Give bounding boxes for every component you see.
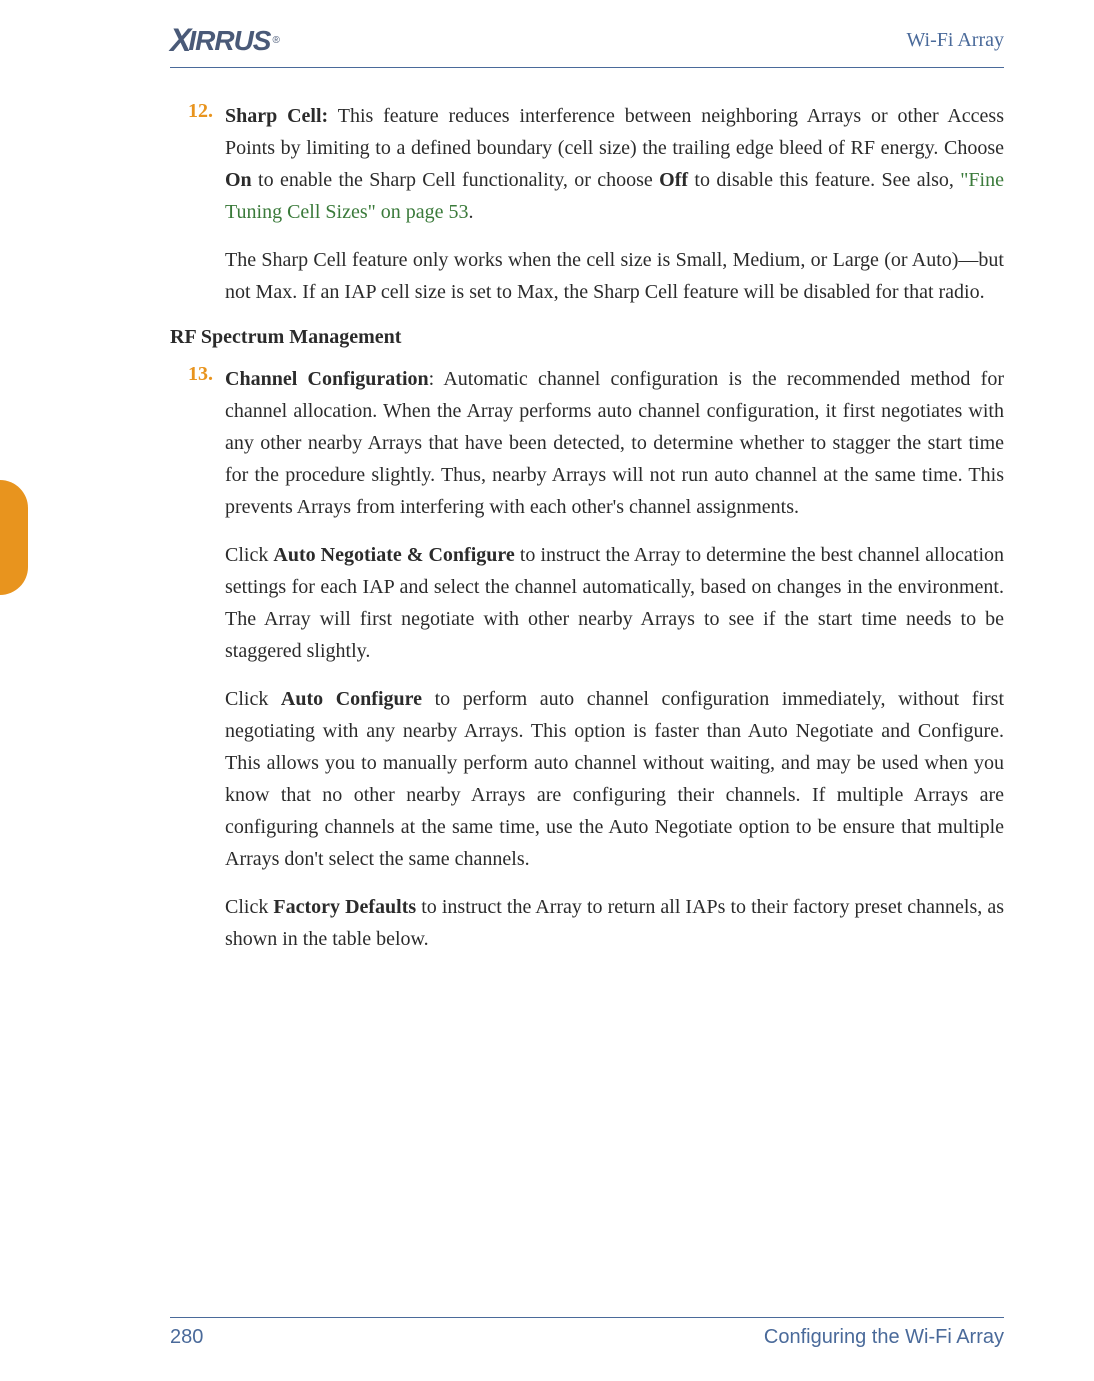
page-number: 280: [170, 1326, 203, 1349]
side-tab-decoration: [0, 480, 28, 595]
item-body: Channel Configuration: Automatic channel…: [225, 363, 1004, 955]
header-product-name: Wi-Fi Array: [906, 29, 1004, 52]
section-heading: RF Spectrum Management: [170, 326, 1004, 349]
footer-section-title: Configuring the Wi-Fi Array: [764, 1326, 1004, 1349]
item-body: Sharp Cell: This feature reduces interfe…: [225, 100, 1004, 308]
item-title: Channel Configuration: [225, 368, 429, 390]
list-item-12: 12. Sharp Cell: This feature reduces int…: [170, 100, 1004, 308]
item-title: Sharp Cell:: [225, 105, 328, 127]
page-footer: 280 Configuring the Wi-Fi Array: [170, 1317, 1004, 1349]
item-number: 13.: [170, 363, 225, 955]
page-content: 12. Sharp Cell: This feature reduces int…: [0, 68, 1004, 955]
xirrus-logo: XIRRUS®: [170, 22, 279, 59]
item-number: 12.: [170, 100, 225, 308]
list-item-13: 13. Channel Configuration: Automatic cha…: [170, 363, 1004, 955]
document-page: XIRRUS® Wi-Fi Array 12. Sharp Cell: This…: [0, 0, 1094, 1381]
page-header: XIRRUS® Wi-Fi Array: [170, 22, 1004, 68]
